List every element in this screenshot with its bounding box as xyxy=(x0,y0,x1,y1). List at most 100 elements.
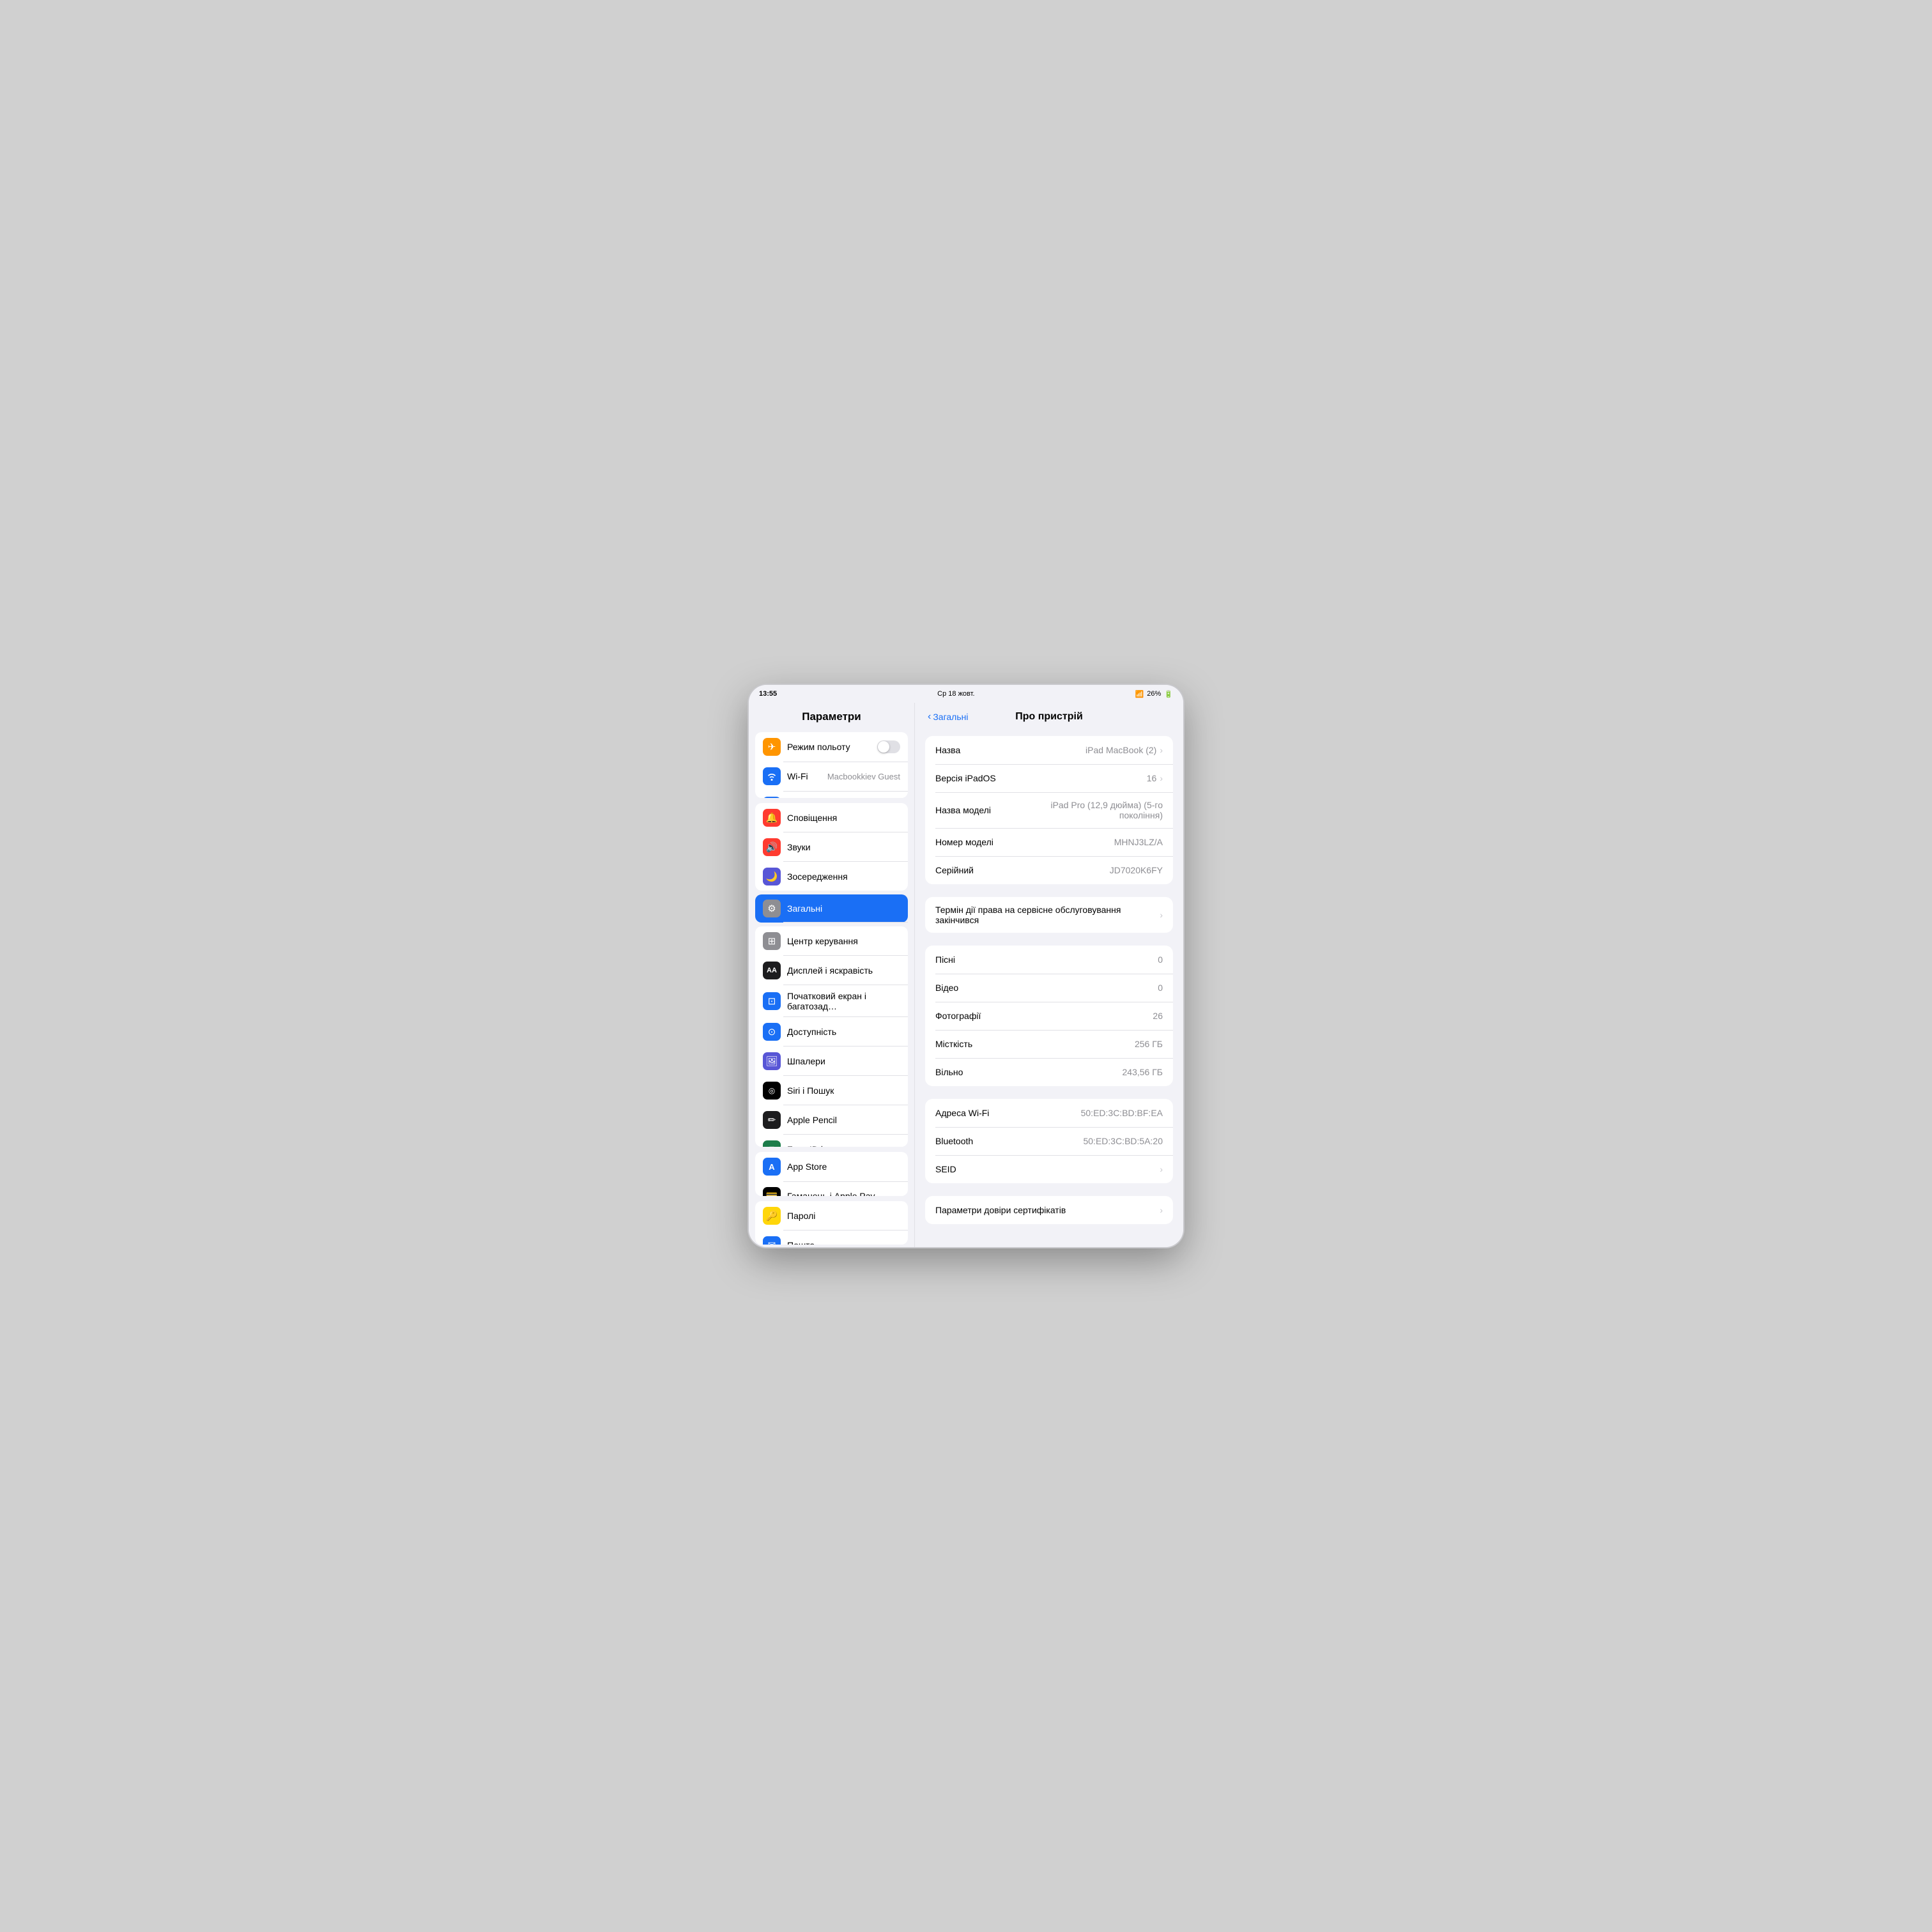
detail-row-warranty[interactable]: Термін дії права на сервісне обслуговува… xyxy=(925,897,1173,933)
warranty-chevron-icon: › xyxy=(1160,910,1163,920)
sidebar-item-accessibility[interactable]: ⊙ Доступність xyxy=(755,1017,908,1046)
detail-row-wifiaddr: Адреса Wi-Fi 50:ED:3C:BD:BF:EA xyxy=(925,1099,1173,1127)
focus-icon: 🌙 xyxy=(763,868,781,885)
appstore-icon: A xyxy=(763,1158,781,1176)
passwords-icon: 🔑 xyxy=(763,1207,781,1225)
accessibility-icon: ⊙ xyxy=(763,1023,781,1041)
chevron-icon: › xyxy=(1160,745,1163,755)
sidebar-item-applepencil[interactable]: ✏ Apple Pencil xyxy=(755,1105,908,1135)
detail-row-photos: Фотографії 26 xyxy=(925,1002,1173,1030)
sidebar-item-general[interactable]: ⚙ Загальні xyxy=(755,894,908,923)
faceid-icon: ⊡ xyxy=(763,1140,781,1147)
detail-label-capacity: Місткість xyxy=(935,1039,972,1049)
sidebar-label-airplane: Режим польоту xyxy=(787,742,871,752)
status-bar: 13:55 Ср 18 жовт. 📶 26% 🔋 xyxy=(749,685,1183,703)
detail-label-video: Відео xyxy=(935,983,958,993)
back-button[interactable]: ‹ Загальні xyxy=(928,711,968,723)
detail-content: Назва iPad MacBook (2) › Версія iPadOS 1… xyxy=(915,731,1183,1242)
detail-row-seid[interactable]: SEID › xyxy=(925,1155,1173,1183)
detail-row-songs: Пісні 0 xyxy=(925,946,1173,974)
sidebar-item-wifi[interactable]: Wi-Fi Macbookkiev Guest xyxy=(755,762,908,791)
detail-label-certs: Параметри довіри сертифікатів xyxy=(935,1205,1066,1215)
sidebar-label-wallpaper: Шпалери xyxy=(787,1056,900,1066)
detail-value-btaddr: 50:ED:3C:BD:5A:20 xyxy=(1083,1136,1163,1146)
detail-label-serial: Серійний xyxy=(935,865,974,875)
detail-label-ipados: Версія iPadOS xyxy=(935,773,996,783)
display-icon: AA xyxy=(763,962,781,979)
siri-icon: ◎ xyxy=(763,1082,781,1100)
sidebar-item-passwords[interactable]: 🔑 Паролі xyxy=(755,1201,908,1230)
sidebar-label-homescreen: Початковий екран і багатозад… xyxy=(787,991,900,1011)
detail-group-network: Адреса Wi-Fi 50:ED:3C:BD:BF:EA Bluetooth… xyxy=(925,1099,1173,1183)
detail-row-name[interactable]: Назва iPad MacBook (2) › xyxy=(925,736,1173,764)
mail-icon: ✉ xyxy=(763,1236,781,1245)
sidebar-item-wallpaper[interactable]: 🖼 Шпалери xyxy=(755,1046,908,1076)
sidebar-item-bluetooth[interactable]: B Bluetooth Увімкнено xyxy=(755,791,908,798)
sidebar-label-general: Загальні xyxy=(787,903,900,914)
sounds-icon: 🔊 xyxy=(763,838,781,856)
airplane-toggle[interactable] xyxy=(877,740,900,753)
detail-group-storage: Пісні 0 Відео 0 Фотографії 26 Місткість … xyxy=(925,946,1173,1086)
status-time: 13:55 xyxy=(759,690,777,698)
control-icon: ⊞ xyxy=(763,932,781,950)
sidebar-label-appstore: App Store xyxy=(787,1162,900,1172)
sidebar-label-applepencil: Apple Pencil xyxy=(787,1115,900,1125)
detail-row-ipados[interactable]: Версія iPadOS 16 › xyxy=(925,764,1173,792)
detail-row-certs[interactable]: Параметри довіри сертифікатів › xyxy=(925,1196,1173,1224)
seid-chevron-icon: › xyxy=(1160,1164,1163,1174)
sidebar-item-sounds[interactable]: 🔊 Звуки xyxy=(755,832,908,862)
detail-row-video: Відео 0 xyxy=(925,974,1173,1002)
sidebar-item-notifications[interactable]: 🔔 Сповіщення xyxy=(755,803,908,832)
sidebar-item-siri[interactable]: ◎ Siri і Пошук xyxy=(755,1076,908,1105)
detail-label-modelnumber: Номер моделі xyxy=(935,837,993,847)
main-content: Параметри ✈ Режим польоту Wi-Fi Macbookk… xyxy=(749,703,1183,1247)
detail-label-btaddr: Bluetooth xyxy=(935,1136,973,1146)
sidebar-item-mail[interactable]: ✉ Пошта xyxy=(755,1230,908,1245)
wallet-icon: 💳 xyxy=(763,1187,781,1195)
sidebar-label-wifi: Wi-Fi xyxy=(787,771,821,781)
sidebar-label-wallet: Гаманець і Apple Pay xyxy=(787,1191,900,1195)
detail-title: Про пристрій xyxy=(1015,711,1083,723)
detail-label-photos: Фотографії xyxy=(935,1011,981,1021)
sidebar-group-display: ⊞ Центр керування AA Дисплей і яскравіст… xyxy=(755,926,908,1147)
sidebar-label-mail: Пошта xyxy=(787,1240,900,1245)
detail-value-modelnumber: MHNJ3LZ/A xyxy=(1114,837,1163,847)
wallpaper-icon: 🖼 xyxy=(763,1052,781,1070)
detail-value-modelname: iPad Pro (12,9 дюйма) (5-го покоління) xyxy=(1038,800,1163,820)
detail-value-free: 243,56 ГБ xyxy=(1123,1067,1163,1077)
detail-value-wifiaddr: 50:ED:3C:BD:BF:EA xyxy=(1081,1108,1163,1118)
sidebar-group-apps: A App Store 💳 Гаманець і Apple Pay xyxy=(755,1152,908,1195)
airplane-icon: ✈ xyxy=(763,738,781,756)
sidebar-item-faceid[interactable]: ⊡ Face ID і код допуску xyxy=(755,1135,908,1147)
detail-row-serial: Серійний JD7020K6FY xyxy=(925,856,1173,884)
sidebar-title: Параметри xyxy=(749,703,914,730)
sidebar-group-notifications: 🔔 Сповіщення 🔊 Звуки 🌙 Зосередження ⏱ Ек… xyxy=(755,803,908,891)
sidebar-item-display[interactable]: AA Дисплей і яскравість xyxy=(755,956,908,985)
detail-label-name: Назва xyxy=(935,745,960,755)
sidebar-item-wallet[interactable]: 💳 Гаманець і Apple Pay xyxy=(755,1181,908,1195)
detail-group-certs: Параметри довіри сертифікатів › xyxy=(925,1196,1173,1224)
detail-label-free: Вільно xyxy=(935,1067,963,1077)
applepencil-icon: ✏ xyxy=(763,1111,781,1129)
detail-label-seid: SEID xyxy=(935,1164,956,1174)
sidebar-item-focus[interactable]: 🌙 Зосередження xyxy=(755,862,908,891)
sidebar-label-passwords: Паролі xyxy=(787,1211,900,1221)
wifi-settings-icon xyxy=(763,767,781,785)
chevron-icon-ipados: › xyxy=(1160,773,1163,783)
sidebar-item-airplane[interactable]: ✈ Режим польоту xyxy=(755,732,908,762)
detail-label-warranty: Термін дії права на сервісне обслуговува… xyxy=(935,905,1160,925)
detail-value-songs: 0 xyxy=(1158,954,1163,965)
sidebar-item-appstore[interactable]: A App Store xyxy=(755,1152,908,1181)
detail-row-capacity: Місткість 256 ГБ xyxy=(925,1030,1173,1058)
detail-value-capacity: 256 ГБ xyxy=(1135,1039,1163,1049)
sidebar-item-control[interactable]: ⊞ Центр керування xyxy=(755,926,908,956)
sidebar-item-homescreen[interactable]: ⊡ Початковий екран і багатозад… xyxy=(755,985,908,1017)
certs-chevron-icon: › xyxy=(1160,1205,1163,1215)
detail-row-modelname: Назва моделі iPad Pro (12,9 дюйма) (5-го… xyxy=(925,792,1173,828)
detail-header: ‹ Загальні Про пристрій xyxy=(915,703,1183,731)
detail-row-modelnumber: Номер моделі MHNJ3LZ/A xyxy=(925,828,1173,856)
detail-group-warranty: Термін дії права на сервісне обслуговува… xyxy=(925,897,1173,933)
sidebar-label-control: Центр керування xyxy=(787,936,900,946)
detail-row-btaddr: Bluetooth 50:ED:3C:BD:5A:20 xyxy=(925,1127,1173,1155)
sidebar-label-notifications: Сповіщення xyxy=(787,813,900,823)
